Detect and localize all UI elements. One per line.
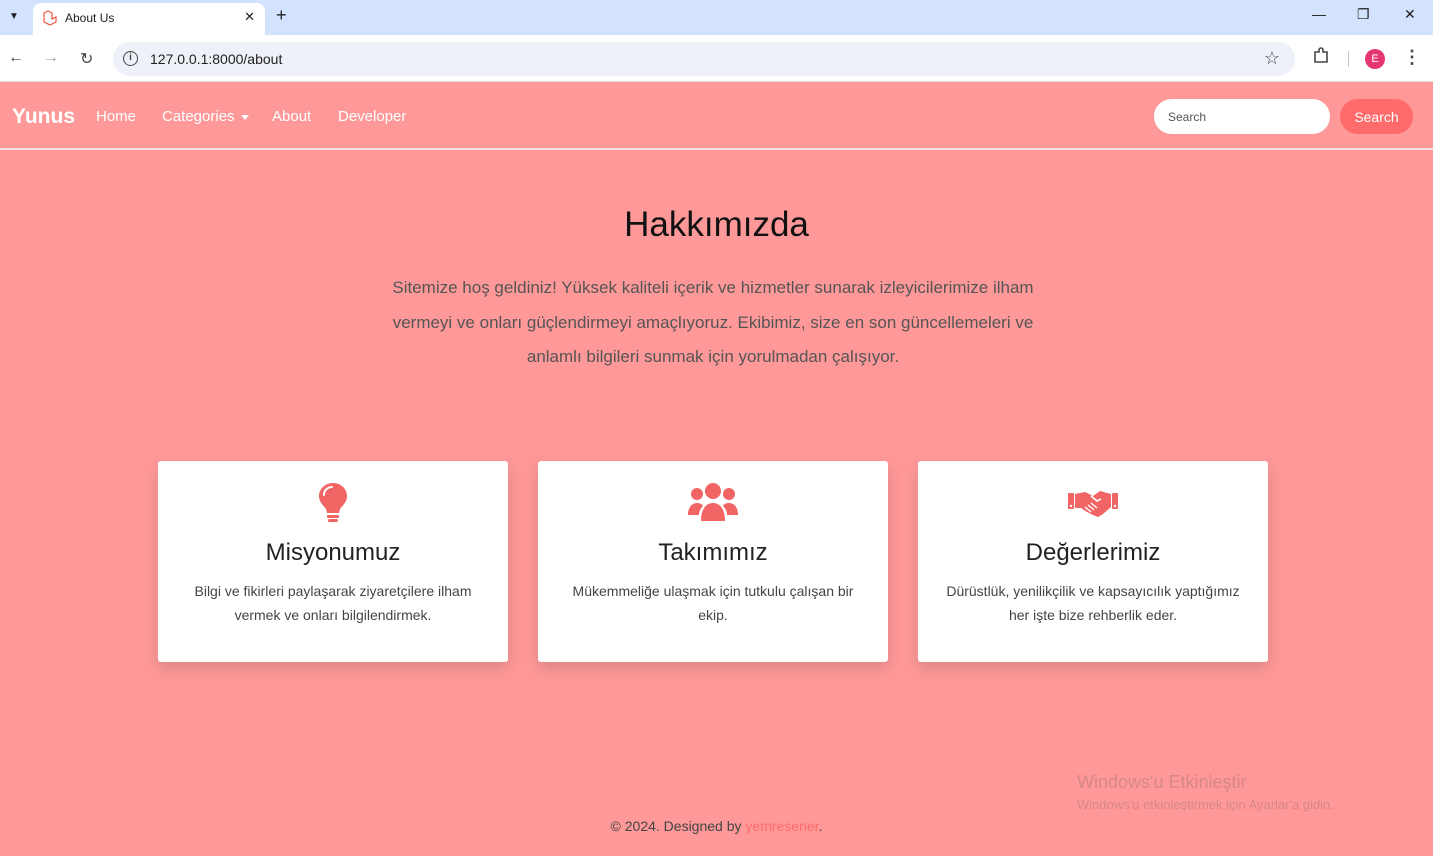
users-icon bbox=[688, 483, 738, 521]
card-title: Değerlerimiz bbox=[1025, 539, 1161, 566]
dropdown-caret-icon bbox=[240, 114, 249, 120]
windows-activation-subtitle: Windows'u etkinleştirmek için Ayarlar'a … bbox=[1077, 797, 1334, 812]
browser-toolbar: ← → ↻ i 127.0.0.1:8000/about ☆ E ⋮ bbox=[0, 35, 1433, 82]
site-navbar: Yunus Home Categories About Developer Se… bbox=[0, 83, 1433, 150]
bookmark-star-icon[interactable]: ☆ bbox=[1264, 48, 1280, 69]
windows-activation-title: Windows'u Etkinleştir bbox=[1077, 772, 1247, 792]
team-card: Takımımız Mükemmeliğe ulaşmak için tutku… bbox=[538, 461, 888, 662]
page-title: Hakkımızda bbox=[624, 205, 809, 244]
footer: © 2024. Designed by yemresener. bbox=[0, 818, 1433, 834]
profile-avatar[interactable]: E bbox=[1365, 49, 1385, 69]
card-text: Mükemmeliğe ulaşmak için tutkulu çalışan… bbox=[572, 583, 854, 623]
nav-link-developer[interactable]: Developer bbox=[338, 108, 406, 125]
lightbulb-icon bbox=[319, 483, 347, 522]
tab-title: About Us bbox=[65, 11, 115, 25]
handshake-icon bbox=[1068, 491, 1118, 517]
reload-icon[interactable]: ↻ bbox=[80, 49, 93, 69]
minimize-icon[interactable]: — bbox=[1312, 6, 1326, 22]
footer-period: . bbox=[818, 818, 823, 834]
brand-logo[interactable]: Yunus bbox=[12, 105, 75, 129]
browser-tab[interactable]: About Us ✕ bbox=[33, 3, 265, 35]
tab-search-chevron-icon[interactable]: ▼ bbox=[4, 6, 24, 26]
mission-card: Misyonumuz Bilgi ve fikirleri paylaşarak… bbox=[158, 461, 508, 662]
footer-author-link[interactable]: yemresener bbox=[745, 818, 818, 834]
close-tab-icon[interactable]: ✕ bbox=[244, 9, 255, 25]
close-window-icon[interactable]: ✕ bbox=[1404, 6, 1416, 23]
search-button[interactable]: Search bbox=[1340, 99, 1413, 134]
intro-paragraph: Sitemize hoş geldiniz! Yüksek kaliteli i… bbox=[392, 278, 1034, 366]
card-title: Takımımız bbox=[658, 539, 768, 566]
toolbar-divider bbox=[1348, 51, 1349, 67]
new-tab-icon[interactable]: + bbox=[276, 5, 287, 26]
menu-kebab-icon[interactable]: ⋮ bbox=[1403, 47, 1421, 68]
card-title: Misyonumuz bbox=[265, 539, 401, 566]
back-icon[interactable]: ← bbox=[8, 49, 24, 67]
site-info-icon[interactable]: i bbox=[123, 51, 138, 66]
search-input[interactable] bbox=[1154, 99, 1330, 134]
values-card: Değerlerimiz Dürüstlük, yenilikçilik ve … bbox=[918, 461, 1268, 662]
address-bar[interactable]: i 127.0.0.1:8000/about ☆ bbox=[113, 42, 1295, 76]
nav-link-about[interactable]: About bbox=[272, 108, 311, 125]
nav-link-categories[interactable]: Categories bbox=[162, 108, 249, 125]
forward-icon[interactable]: → bbox=[43, 49, 59, 67]
restore-icon[interactable]: ❐ bbox=[1357, 6, 1370, 23]
url-text[interactable]: 127.0.0.1:8000/about bbox=[150, 51, 282, 67]
footer-copyright: © 2024. Designed by bbox=[610, 818, 746, 834]
extensions-icon[interactable] bbox=[1312, 47, 1330, 65]
card-text: Bilgi ve fikirleri paylaşarak ziyaretçil… bbox=[194, 583, 472, 623]
laravel-favicon-icon bbox=[43, 10, 57, 26]
nav-link-home[interactable]: Home bbox=[96, 108, 136, 125]
nav-link-categories-label: Categories bbox=[162, 108, 235, 125]
browser-tabbar: ▼ About Us ✕ + — ❐ ✕ bbox=[0, 0, 1433, 35]
card-text: Dürüstlük, yenilikçilik ve kapsayıcılık … bbox=[946, 583, 1240, 623]
